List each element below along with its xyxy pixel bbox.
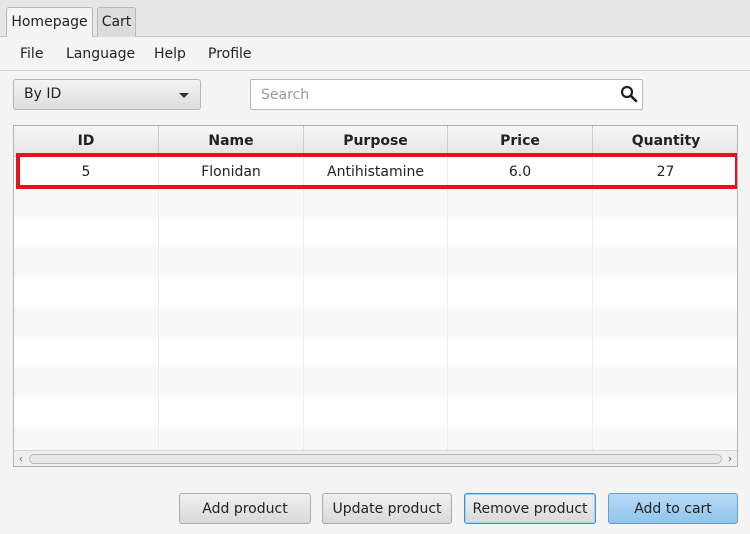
empty-row [14, 307, 737, 337]
arrow-right-icon[interactable]: › [723, 451, 737, 466]
menu-help[interactable]: Help [154, 46, 186, 62]
products-table: ID Name Purpose Price Quantity 5 Flonida… [13, 125, 738, 467]
table-body: 5 Flonidan Antihistamine 6.0 27 [14, 157, 737, 457]
cell-purpose: Antihistamine [304, 157, 448, 187]
tab-cart[interactable]: Cart [97, 7, 136, 37]
search-input[interactable] [259, 85, 609, 105]
update-product-button[interactable]: Update product [322, 493, 452, 524]
search-box [250, 79, 643, 110]
scrollbar-thumb[interactable] [29, 454, 722, 464]
add-to-cart-button[interactable]: Add to cart [608, 493, 738, 524]
menu-file[interactable]: File [20, 46, 43, 62]
search-icon[interactable] [620, 85, 638, 103]
empty-row [14, 367, 737, 397]
tab-homepage[interactable]: Homepage [6, 7, 93, 38]
arrow-left-icon[interactable]: ‹ [14, 451, 28, 466]
chevron-down-icon [179, 93, 189, 98]
horizontal-scrollbar[interactable]: ‹ › [14, 450, 737, 466]
empty-row [14, 397, 737, 427]
empty-row [14, 247, 737, 277]
menu-language[interactable]: Language [66, 46, 135, 62]
column-header-price[interactable]: Price [448, 126, 593, 157]
cell-id: 5 [14, 157, 159, 187]
table-row[interactable]: 5 Flonidan Antihistamine 6.0 27 [14, 157, 737, 187]
add-product-button[interactable]: Add product [179, 493, 311, 524]
column-header-id[interactable]: ID [14, 126, 159, 157]
empty-row [14, 337, 737, 367]
filter-dropdown-value: By ID [24, 86, 62, 102]
tab-bar: Homepage Cart [0, 0, 750, 38]
column-header-name[interactable]: Name [159, 126, 304, 157]
cell-quantity: 27 [593, 157, 737, 187]
remove-product-button[interactable]: Remove product [464, 493, 596, 524]
table-header: ID Name Purpose Price Quantity [14, 126, 737, 157]
filter-dropdown[interactable]: By ID [13, 79, 201, 110]
column-header-purpose[interactable]: Purpose [304, 126, 448, 157]
empty-row [14, 187, 737, 217]
empty-row [14, 217, 737, 247]
empty-row [14, 277, 737, 307]
cell-price: 6.0 [448, 157, 593, 187]
column-header-quantity[interactable]: Quantity [593, 126, 737, 157]
menu-bar: File Language Help Profile [0, 37, 750, 71]
cell-name: Flonidan [159, 157, 304, 187]
menu-profile[interactable]: Profile [208, 46, 252, 62]
